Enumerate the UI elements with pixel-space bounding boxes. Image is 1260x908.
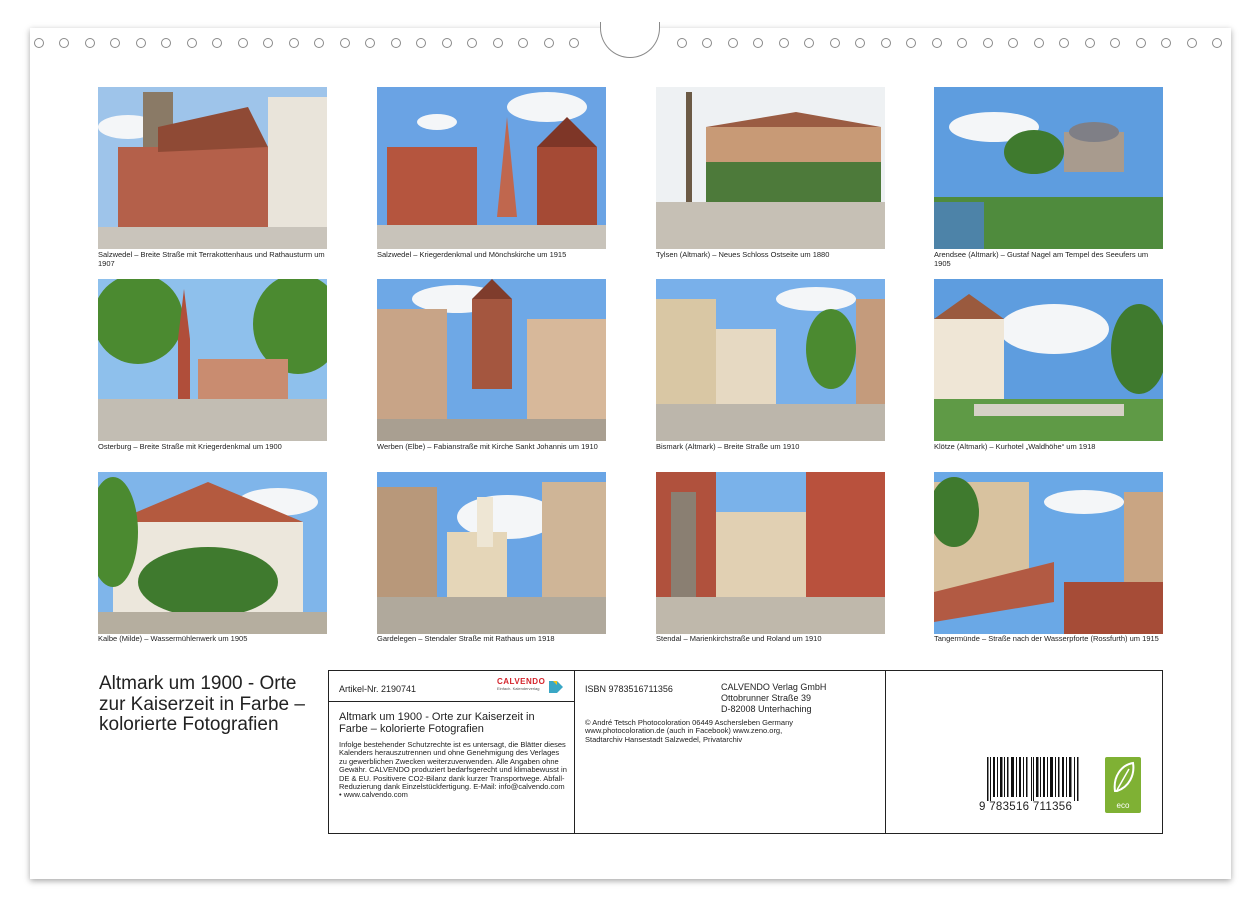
- photo-credits: © André Tetsch Photocoloration 06449 Asc…: [585, 718, 794, 744]
- binding-ring: [702, 38, 712, 48]
- photo-caption: Bismark (Altmark) – Breite Straße um 191…: [656, 442, 800, 451]
- photo-tylsen-schloss: [656, 87, 885, 249]
- binding-ring: [1161, 38, 1171, 48]
- legal-notice: Infolge bestehender Schutzrechte ist es …: [339, 740, 567, 800]
- binding-ring: [677, 38, 687, 48]
- binding-ring: [1034, 38, 1044, 48]
- photo-caption: Salzwedel – Breite Straße mit Terrakotte…: [98, 250, 325, 268]
- binding-ring: [59, 38, 69, 48]
- photo-caption: Osterburg – Breite Straße mit Kriegerden…: [98, 442, 282, 451]
- calvendo-logo: CALVENDO Einfach. Kalenderverlag: [497, 677, 567, 695]
- binding-ring: [569, 38, 579, 48]
- photo-kalbe-wassermuehle: [98, 472, 327, 634]
- photo-caption: Stendal – Marienkirchstraße und Roland u…: [656, 634, 822, 643]
- binding-ring: [391, 38, 401, 48]
- binding-ring: [1085, 38, 1095, 48]
- binding-ring: [1059, 38, 1069, 48]
- binding-ring: [110, 38, 120, 48]
- binding-ring: [779, 38, 789, 48]
- binding-ring: [932, 38, 942, 48]
- calvendo-logo-icon: [549, 681, 563, 693]
- binding-ring: [212, 38, 222, 48]
- binding-ring: [365, 38, 375, 48]
- barcode: [987, 757, 1079, 801]
- eco-badge: eco: [1105, 757, 1141, 813]
- binding-ring: [1136, 38, 1146, 48]
- binding-ring: [263, 38, 273, 48]
- photo-gardelegen-stendaler-strasse: [377, 472, 606, 634]
- photo-caption: Tylsen (Altmark) – Neues Schloss Ostseit…: [656, 250, 830, 259]
- binding-ring: [544, 38, 554, 48]
- binding-ring: [34, 38, 44, 48]
- photo-caption: Gardelegen – Stendaler Straße mit Rathau…: [377, 634, 555, 643]
- binding-ring: [881, 38, 891, 48]
- binding-ring: [136, 38, 146, 48]
- divider: [885, 671, 886, 833]
- binding-ring: [830, 38, 840, 48]
- binding-ring: [187, 38, 197, 48]
- binding-ring: [1187, 38, 1197, 48]
- isbn: ISBN 9783516711356: [585, 684, 673, 694]
- photo-caption: Werben (Elbe) – Fabianstraße mit Kirche …: [377, 442, 598, 451]
- photo-caption: Tangermünde – Straße nach der Wasserpfor…: [934, 634, 1159, 643]
- eco-label: eco: [1116, 801, 1130, 810]
- binding-ring: [1008, 38, 1018, 48]
- binding-ring: [753, 38, 763, 48]
- binding-ring: [340, 38, 350, 48]
- photo-salzwedel-breite-strasse: [98, 87, 327, 249]
- binding-ring: [238, 38, 248, 48]
- binding-ring: [493, 38, 503, 48]
- leaf-icon: [1113, 761, 1135, 792]
- photo-caption: Arendsee (Altmark) – Gustaf Nagel am Tem…: [934, 250, 1149, 268]
- binding-ring: [416, 38, 426, 48]
- binding-ring: [906, 38, 916, 48]
- photo-stendal-roland: [656, 472, 885, 634]
- photo-arendsee-tempel: [934, 87, 1163, 249]
- photo-osterburg-breite-strasse: [98, 279, 327, 441]
- binding-ring: [728, 38, 738, 48]
- binding-ring: [855, 38, 865, 48]
- photo-salzwedel-kriegerdenkmal: [377, 87, 606, 249]
- publisher-info-box: Artikel-Nr. 2190741 CALVENDO Einfach. Ka…: [328, 670, 1163, 834]
- binding-ring: [314, 38, 324, 48]
- photo-caption: Kalbe (Milde) – Wassermühlenwerk um 1905: [98, 634, 248, 643]
- binding-ring: [161, 38, 171, 48]
- binding-ring: [1110, 38, 1120, 48]
- binding-ring: [804, 38, 814, 48]
- article-number: Artikel-Nr. 2190741: [339, 684, 417, 694]
- product-title: Altmark um 1900 - Orte zur Kaiserzeit in…: [339, 711, 535, 735]
- photo-bismark-breite-strasse: [656, 279, 885, 441]
- binding-ring: [957, 38, 967, 48]
- calendar-title: Altmark um 1900 - Orte zur Kaiserzeit in…: [99, 673, 305, 735]
- photo-kloetze-kurhotel: [934, 279, 1163, 441]
- photo-werben-fabianstrasse: [377, 279, 606, 441]
- binding-ring: [442, 38, 452, 48]
- binding-ring: [289, 38, 299, 48]
- binding-ring: [983, 38, 993, 48]
- publisher-name: CALVENDO Verlag GmbH: [721, 682, 827, 692]
- publisher-city: D-82008 Unterhaching: [721, 704, 812, 714]
- publisher-street: Ottobrunner Straße 39: [721, 693, 812, 703]
- photo-tangermuende-wasserpforte: [934, 472, 1163, 634]
- binding-ring: [1212, 38, 1222, 48]
- binding-ring: [467, 38, 477, 48]
- barcode-digits: 9 783516 711356: [979, 801, 1073, 813]
- photo-caption: Salzwedel – Kriegerdenkmal und Mönchskir…: [377, 250, 567, 259]
- divider: [329, 701, 574, 702]
- photo-caption: Klötze (Altmark) – Kurhotel „Waldhöhe“ u…: [934, 442, 1096, 451]
- divider: [574, 671, 575, 833]
- binding-ring: [518, 38, 528, 48]
- binding-ring: [85, 38, 95, 48]
